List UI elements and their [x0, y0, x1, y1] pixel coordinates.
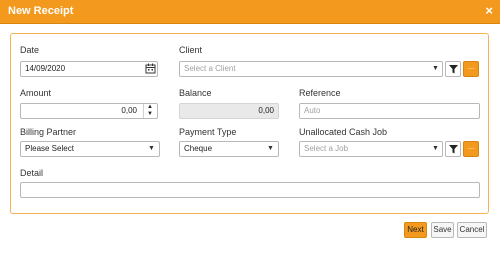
- date-label: Date: [20, 45, 40, 55]
- client-lookup-button[interactable]: ...: [463, 61, 479, 77]
- client-lookup-label: ...: [467, 62, 475, 71]
- balance-field: 0,00: [179, 103, 279, 119]
- job-filter-button[interactable]: [445, 141, 461, 157]
- client-select[interactable]: Select a Client: [179, 61, 443, 77]
- next-button[interactable]: Next: [404, 222, 427, 238]
- chevron-down-icon[interactable]: ▼: [267, 142, 274, 156]
- date-value: 14/09/2020: [25, 64, 66, 73]
- chevron-down-icon[interactable]: ▼: [148, 142, 155, 156]
- reference-label: Reference: [299, 88, 341, 98]
- amount-spinner: ▲ ▼: [143, 104, 157, 118]
- billing-partner-value: Please Select: [25, 144, 74, 153]
- chevron-down-icon[interactable]: ▼: [432, 62, 439, 76]
- spinner-down-icon[interactable]: ▼: [147, 110, 153, 118]
- dialog-titlebar: New Receipt ×: [0, 0, 500, 24]
- save-button[interactable]: Save: [431, 222, 454, 238]
- filter-icon: [449, 65, 458, 74]
- detail-input[interactable]: [20, 182, 480, 198]
- reference-placeholder: Auto: [304, 106, 321, 115]
- amount-label: Amount: [20, 88, 52, 98]
- job-lookup-button[interactable]: ...: [463, 141, 479, 157]
- close-icon[interactable]: ×: [485, 3, 493, 19]
- unallocated-cash-job-label: Unallocated Cash Job: [299, 127, 388, 137]
- filter-icon: [449, 145, 458, 154]
- reference-input[interactable]: Auto: [299, 103, 480, 119]
- balance-label: Balance: [179, 88, 212, 98]
- amount-value: 0,00: [121, 106, 137, 115]
- calendar-icon[interactable]: [145, 63, 156, 74]
- client-placeholder: Select a Client: [184, 64, 236, 73]
- unallocated-cash-job-placeholder: Select a Job: [304, 144, 349, 153]
- payment-type-label: Payment Type: [179, 127, 237, 137]
- amount-input[interactable]: 0,00 ▲ ▼: [20, 103, 158, 119]
- billing-partner-select[interactable]: Please Select: [20, 141, 160, 157]
- chevron-down-icon[interactable]: ▼: [432, 142, 439, 156]
- dialog-title: New Receipt: [8, 5, 74, 17]
- billing-partner-label: Billing Partner: [20, 127, 77, 137]
- detail-label: Detail: [20, 168, 44, 178]
- job-lookup-label: ...: [467, 142, 475, 151]
- client-filter-button[interactable]: [445, 61, 461, 77]
- date-input[interactable]: 14/09/2020: [20, 61, 158, 77]
- cancel-button[interactable]: Cancel: [457, 222, 487, 238]
- payment-type-select[interactable]: Cheque: [179, 141, 279, 157]
- balance-value: 0,00: [258, 106, 274, 115]
- payment-type-value: Cheque: [184, 144, 213, 153]
- client-label: Client: [179, 45, 203, 55]
- unallocated-cash-job-select[interactable]: Select a Job: [299, 141, 443, 157]
